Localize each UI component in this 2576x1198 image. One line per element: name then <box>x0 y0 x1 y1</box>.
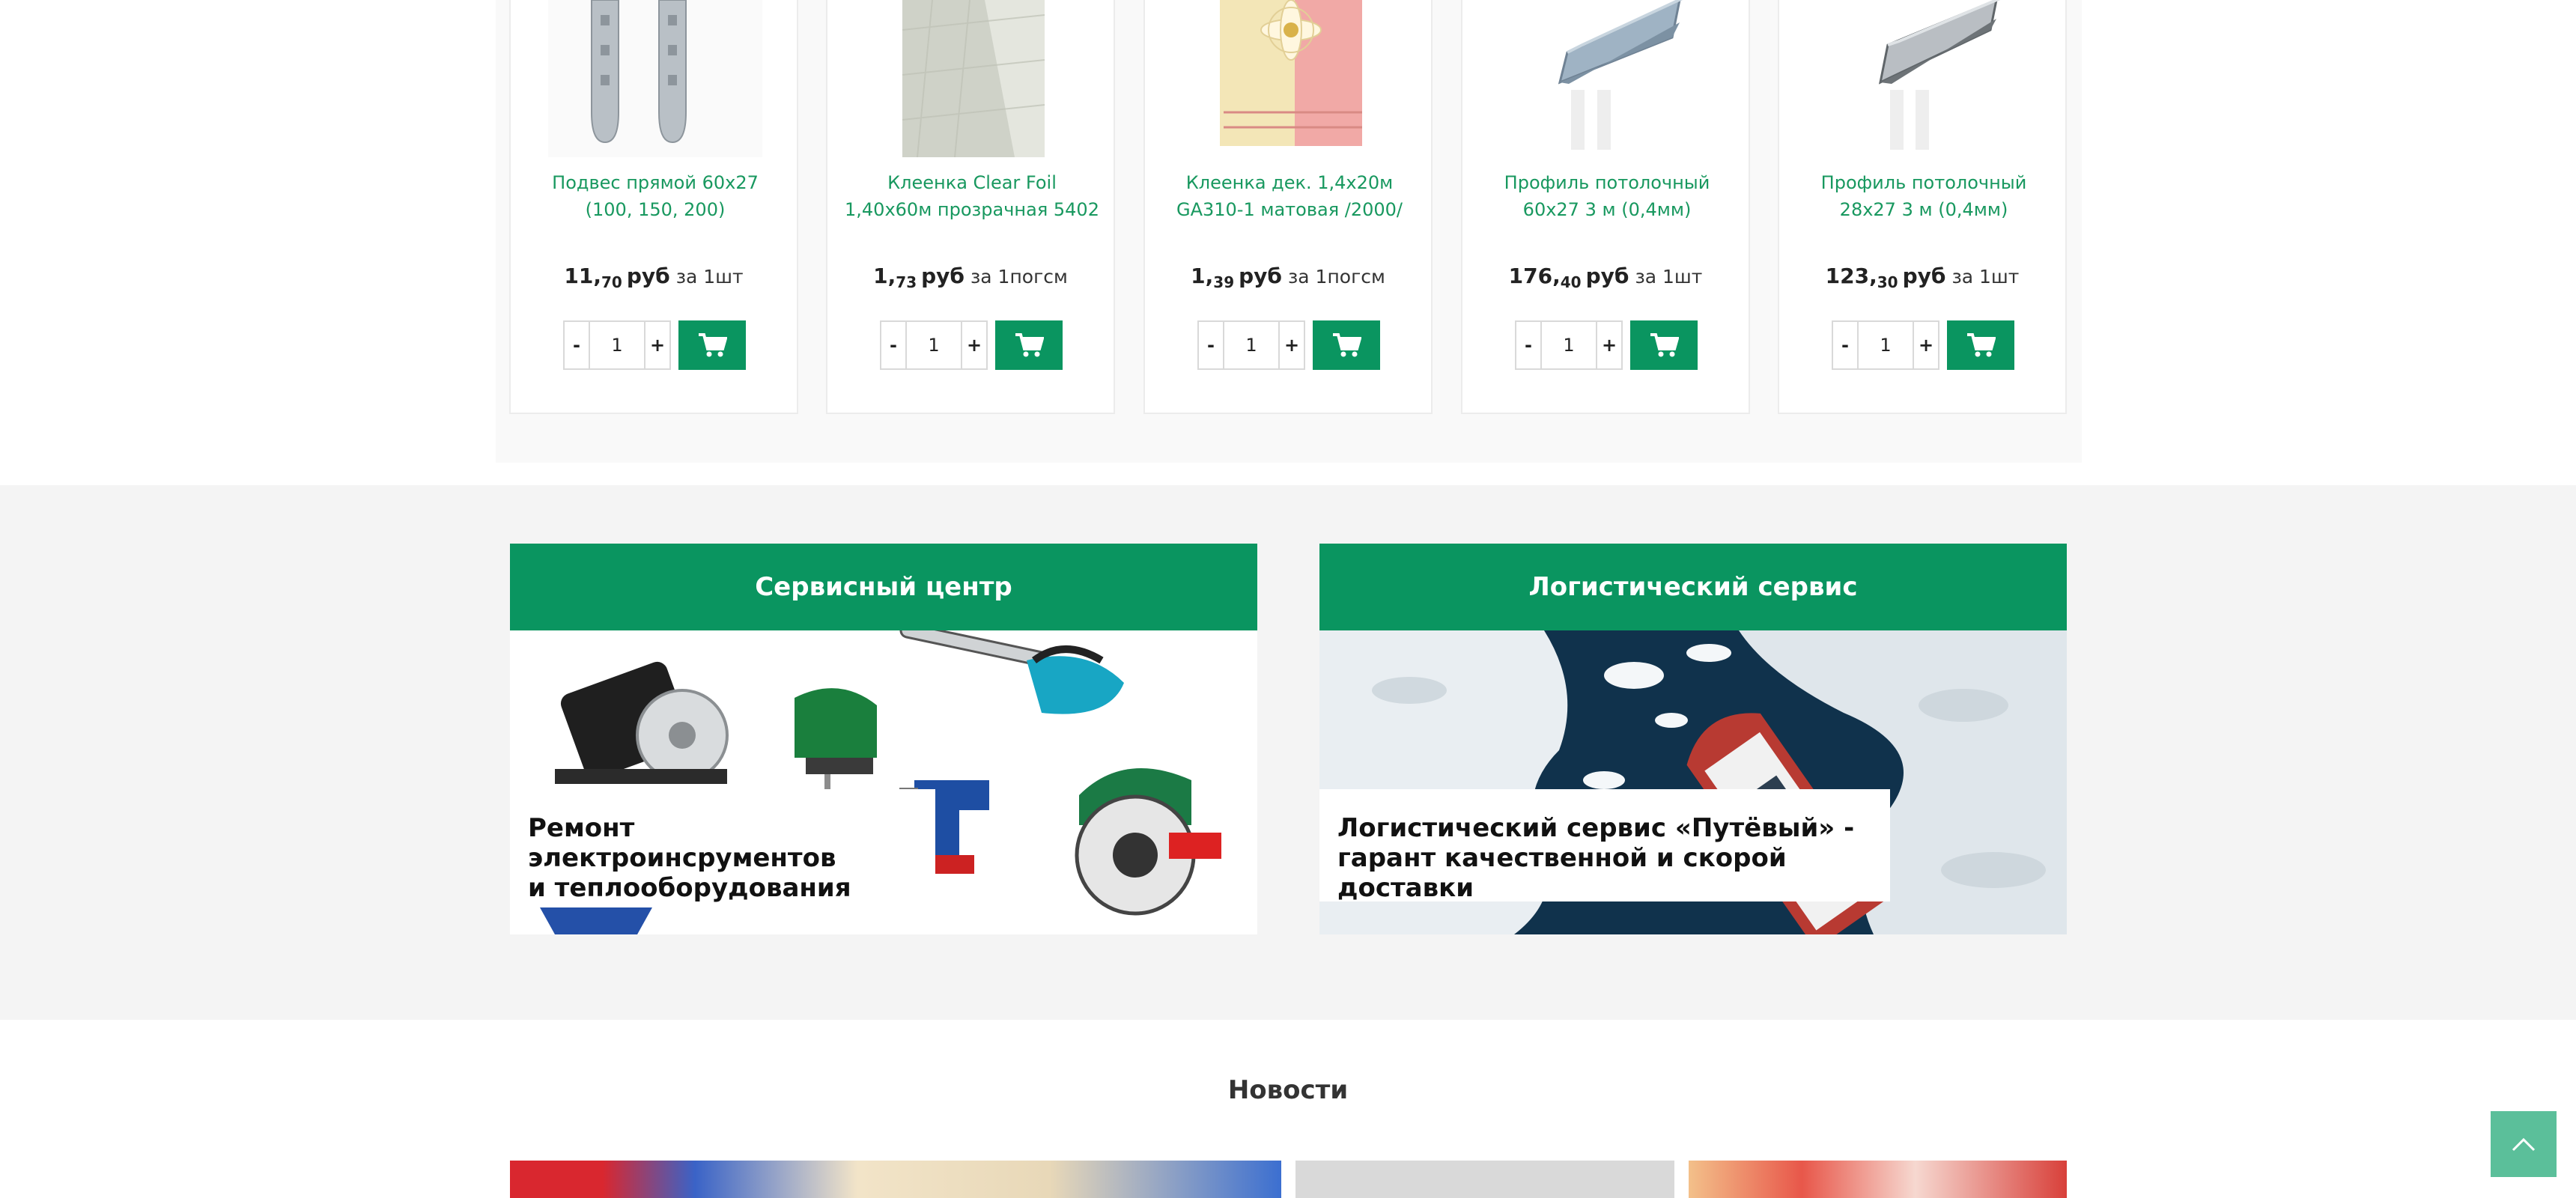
quantity-stepper: - 1 + <box>563 320 746 370</box>
decrease-button[interactable]: - <box>1515 320 1542 370</box>
quantity-stepper: - 1 + <box>1515 320 1698 370</box>
cart-icon <box>699 333 727 357</box>
caption-line-2: гарант качественной и скорой доставки <box>1337 843 1787 903</box>
product-image[interactable] <box>1182 0 1397 157</box>
increase-button[interactable]: + <box>1913 320 1939 370</box>
product-image[interactable] <box>548 0 762 157</box>
news-item-image[interactable] <box>1689 1161 2067 1198</box>
caption-line-1: Логистический сервис «Путёвый» - <box>1337 813 1855 843</box>
product-price: 1,39 руб за 1погсм <box>1191 264 1385 291</box>
product-price: 123,30 руб за 1шт <box>1825 264 2020 291</box>
cart-icon <box>1015 333 1044 357</box>
add-to-cart-button[interactable] <box>1313 320 1380 370</box>
products-section: Подвес прямой 60х27 (100, 150, 200) 11,7… <box>0 0 2576 485</box>
product-title[interactable]: Профиль потолочный 28х27 3 м (0,4мм) <box>1794 169 2053 223</box>
product-price: 1,73 руб за 1погсм <box>873 264 1068 291</box>
quantity-field[interactable]: 1 <box>1224 320 1278 370</box>
decrease-button[interactable]: - <box>880 320 907 370</box>
product-title[interactable]: Профиль потолочный 60х27 3 м (0,4мм) <box>1477 169 1737 223</box>
quantity-stepper: - 1 + <box>1832 320 2014 370</box>
product-price: 11,70 руб за 1шт <box>564 264 744 291</box>
increase-button[interactable]: + <box>644 320 671 370</box>
product-title[interactable]: Клеенка дек. 1,4х20м GA310-1 матовая /20… <box>1160 169 1419 223</box>
logistics-caption[interactable]: Логистический сервис «Путёвый» - гарант … <box>1319 789 1890 903</box>
product-card: Профиль потолочный 28х27 3 м (0,4мм) 123… <box>1778 0 2067 414</box>
decrease-button[interactable]: - <box>1197 320 1224 370</box>
quantity-field[interactable]: 1 <box>907 320 961 370</box>
quantity-stepper: - 1 + <box>880 320 1063 370</box>
quantity-stepper: - 1 + <box>1197 320 1380 370</box>
quantity-field[interactable]: 1 <box>590 320 644 370</box>
product-card: Клеенка дек. 1,4х20м GA310-1 матовая /20… <box>1143 0 1433 414</box>
services-section: Сервисный центр Ремонт электроинсрументо… <box>0 485 2576 1020</box>
quantity-field[interactable]: 1 <box>1859 320 1913 370</box>
quantity-field[interactable]: 1 <box>1542 320 1596 370</box>
service-center-heading[interactable]: Сервисный центр <box>510 544 1257 630</box>
news-item-image[interactable] <box>510 1161 1281 1198</box>
product-image[interactable] <box>1817 0 2031 157</box>
cart-icon <box>1967 333 1996 357</box>
add-to-cart-button[interactable] <box>1947 320 2014 370</box>
caption-line-1: Ремонт электроинсрументов <box>528 813 836 873</box>
product-title[interactable]: Подвес прямой 60х27 (100, 150, 200) <box>526 169 785 223</box>
caption-line-2: и теплооборудования <box>528 873 851 903</box>
logistics-heading[interactable]: Логистический сервис <box>1319 544 2067 630</box>
cart-icon <box>1650 333 1679 357</box>
product-card: Клеенка Clear Foil 1,40х60м прозрачная 5… <box>826 0 1115 414</box>
product-image[interactable] <box>865 0 1079 157</box>
news-heading: Новости <box>1227 1075 1349 1105</box>
product-card: Профиль потолочный 60х27 3 м (0,4мм) 176… <box>1461 0 1750 414</box>
product-card: Подвес прямой 60х27 (100, 150, 200) 11,7… <box>509 0 798 414</box>
news-section: Новости <box>0 1020 2576 1198</box>
decrease-button[interactable]: - <box>1832 320 1859 370</box>
product-price: 176,40 руб за 1шт <box>1508 264 1703 291</box>
add-to-cart-button[interactable] <box>1630 320 1698 370</box>
chevron-up-icon <box>2512 1137 2536 1152</box>
product-image[interactable] <box>1500 0 1714 157</box>
add-to-cart-button[interactable] <box>678 320 746 370</box>
increase-button[interactable]: + <box>1278 320 1305 370</box>
decrease-button[interactable]: - <box>563 320 590 370</box>
product-title[interactable]: Клеенка Clear Foil 1,40х60м прозрачная 5… <box>842 169 1102 223</box>
service-center-card[interactable]: Сервисный центр Ремонт электроинсрументо… <box>510 544 1257 934</box>
cart-icon <box>1333 333 1361 357</box>
add-to-cart-button[interactable] <box>995 320 1063 370</box>
increase-button[interactable]: + <box>1596 320 1623 370</box>
increase-button[interactable]: + <box>961 320 988 370</box>
back-to-top-button[interactable] <box>2491 1111 2557 1177</box>
service-center-caption[interactable]: Ремонт электроинсрументов и теплооборудо… <box>510 789 935 903</box>
news-item-image[interactable] <box>1295 1161 1674 1198</box>
logistics-service-card[interactable]: Логистический сервис Логистический серви… <box>1319 544 2067 934</box>
